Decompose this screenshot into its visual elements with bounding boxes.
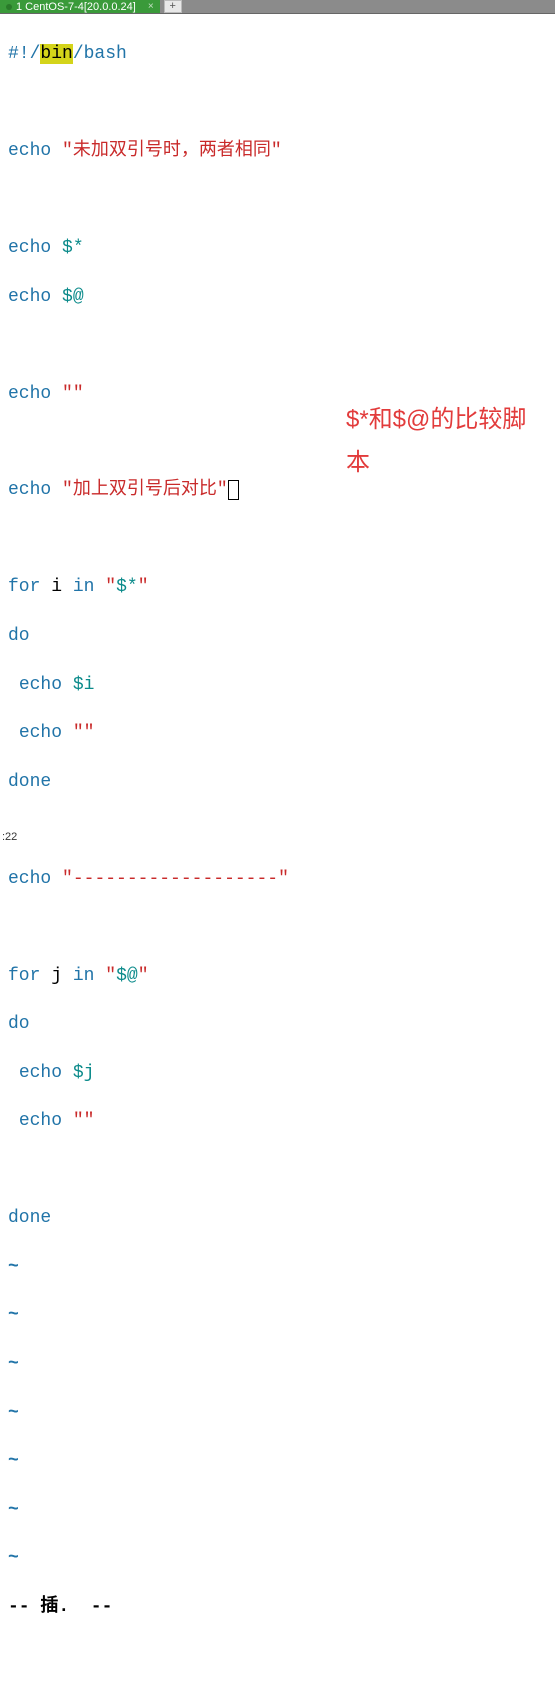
code-line: echo "-------------------" (8, 867, 547, 891)
string-quote: " (84, 723, 95, 743)
string-quote: " (105, 966, 116, 986)
kw-echo: echo (19, 1063, 62, 1083)
kw-echo: echo (8, 287, 51, 307)
code-line (8, 1158, 547, 1182)
string-quote: " (62, 869, 73, 889)
string-quote: " (138, 577, 149, 597)
vim-tilde: ~ (8, 1303, 547, 1327)
string-lit: 未加双引号时，两者相同 (73, 141, 271, 161)
code-line: echo "" (8, 721, 547, 745)
code-line: for j in "$@" (8, 964, 547, 988)
code-line (8, 91, 547, 115)
tab-active[interactable]: 1 CentOS-7-4[20.0.0.24] × (0, 0, 160, 13)
close-icon[interactable]: × (148, 1, 154, 12)
code-line (8, 818, 547, 842)
tab-indicator-icon (6, 4, 12, 10)
string-quote: " (62, 384, 73, 404)
vim-tilde: ~ (8, 1401, 547, 1425)
string-quote: " (62, 141, 73, 161)
add-tab-button[interactable]: + (164, 0, 182, 13)
editor-pane[interactable]: #!/bin/bash echo "未加双引号时，两者相同" echo $* e… (0, 14, 555, 1690)
kw-do: do (8, 626, 30, 646)
string-quote: " (105, 577, 116, 597)
var-ref: $@ (116, 966, 138, 986)
code-line: echo "未加双引号时，两者相同" (8, 139, 547, 163)
string-quote: " (73, 1111, 84, 1131)
var-star: $* (62, 238, 84, 258)
kw-done: done (8, 772, 51, 792)
kw-echo: echo (8, 384, 51, 404)
annotation-label: $*和$@的比较脚本 (346, 398, 546, 484)
code-line: echo $@ (8, 285, 547, 309)
vim-status: -- 插. -- (8, 1595, 547, 1619)
kw-for: for (8, 966, 40, 986)
tab-label: 1 CentOS-7-4[20.0.0.24] (16, 1, 136, 13)
cursor-icon (228, 480, 239, 500)
code-line: do (8, 624, 547, 648)
kw-echo: echo (19, 1111, 62, 1131)
code-line (8, 333, 547, 357)
kw-done: done (8, 1208, 51, 1228)
var-name: i (51, 577, 62, 597)
code-line: echo $i (8, 673, 547, 697)
string-quote: " (73, 384, 84, 404)
kw-echo: echo (8, 238, 51, 258)
vim-tilde: ~ (8, 1255, 547, 1279)
string-quote: " (271, 141, 282, 161)
var-name: j (51, 966, 62, 986)
shebang-suffix: /bash (73, 44, 127, 64)
code-line: done (8, 770, 547, 794)
string-lit: 加上双引号后对比 (73, 480, 217, 500)
code-line: echo $j (8, 1061, 547, 1085)
kw-in: in (73, 577, 95, 597)
vim-tilde: ~ (8, 1546, 547, 1570)
kw-in: in (73, 966, 95, 986)
shebang-prefix: #!/ (8, 44, 40, 64)
vim-tilde: ~ (8, 1498, 547, 1522)
string-lit: ------------------- (73, 869, 278, 889)
highlight-bin: bin (40, 44, 72, 64)
code-line (8, 915, 547, 939)
kw-do: do (8, 1014, 30, 1034)
string-quote: " (278, 869, 289, 889)
kw-echo: echo (19, 723, 62, 743)
string-quote: " (73, 723, 84, 743)
code-line: echo "" (8, 1109, 547, 1133)
var-at: $@ (62, 287, 84, 307)
string-quote: " (84, 1111, 95, 1131)
code-line: for i in "$*" (8, 575, 547, 599)
code-line: done (8, 1206, 547, 1230)
code-line (8, 527, 547, 551)
var-ref: $* (116, 577, 138, 597)
kw-echo: echo (8, 869, 51, 889)
code-line: do (8, 1012, 547, 1036)
kw-echo: echo (8, 480, 51, 500)
bottom-status: :22 (0, 829, 19, 845)
string-quote: " (62, 480, 73, 500)
var-ref: $i (73, 675, 95, 695)
kw-echo: echo (8, 141, 51, 161)
var-ref: $j (73, 1063, 95, 1083)
code-line: echo $* (8, 236, 547, 260)
plus-icon: + (169, 1, 176, 13)
code-line (8, 188, 547, 212)
kw-echo: echo (19, 675, 62, 695)
vim-tilde: ~ (8, 1352, 547, 1376)
tab-bar: 1 CentOS-7-4[20.0.0.24] × + (0, 0, 555, 14)
code-line: #!/bin/bash (8, 42, 547, 66)
kw-for: for (8, 577, 40, 597)
string-quote: " (217, 480, 228, 500)
string-quote: " (138, 966, 149, 986)
vim-tilde: ~ (8, 1449, 547, 1473)
